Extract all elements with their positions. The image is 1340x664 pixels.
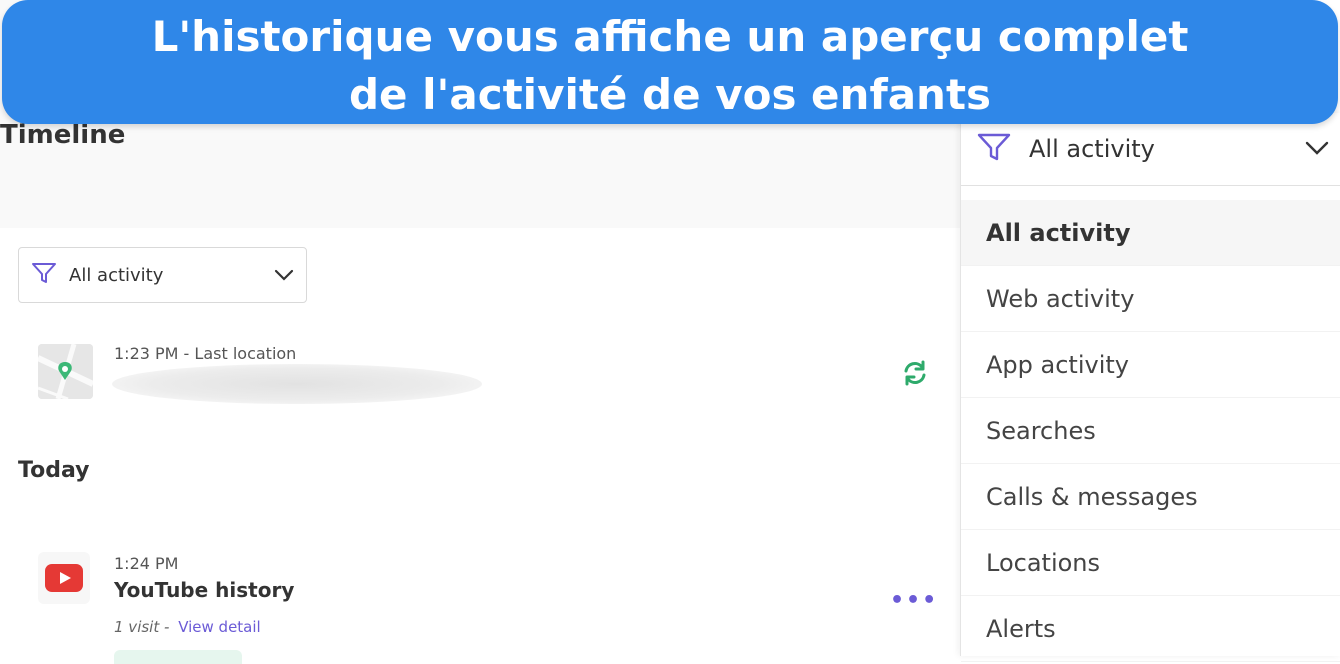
view-detail-link[interactable]: View detail	[178, 618, 261, 636]
dropdown-options: All activity Web activity App activity S…	[961, 200, 1340, 662]
activity-filter-select[interactable]: All activity	[18, 247, 307, 303]
filter-icon	[31, 261, 57, 289]
option-all-activity[interactable]: All activity	[961, 200, 1340, 266]
refresh-icon[interactable]	[902, 360, 928, 390]
option-calls-messages[interactable]: Calls & messages	[961, 464, 1340, 530]
option-locations[interactable]: Locations	[961, 530, 1340, 596]
option-app-activity[interactable]: App activity	[961, 332, 1340, 398]
map-thumbnail[interactable]	[38, 344, 93, 399]
option-alerts[interactable]: Alerts	[961, 596, 1340, 662]
youtube-icon	[38, 552, 90, 604]
activity-dropdown-panel: All activity All activity Web activity A…	[960, 113, 1340, 662]
page-title: Timeline	[0, 120, 126, 150]
filter-selected-label: All activity	[69, 264, 164, 286]
entry-title: YouTube history	[114, 578, 295, 602]
visit-count: 1 visit -	[114, 618, 170, 636]
redacted-address	[112, 364, 482, 404]
banner-line-1: L'historique vous affiche un aperçu comp…	[151, 12, 1189, 61]
banner-line-2: de l'activité de vos enfants	[348, 70, 992, 119]
today-heading: Today	[18, 458, 90, 483]
option-web-activity[interactable]: Web activity	[961, 266, 1340, 332]
ellipsis-icon[interactable]: •••	[890, 588, 938, 613]
entry-tag	[114, 650, 242, 664]
entry-time: 1:24 PM	[114, 554, 179, 573]
last-location-item: 1:23 PM - Last location	[38, 344, 938, 404]
chevron-down-icon	[1305, 140, 1329, 159]
entry-visits: 1 visit - View detail	[114, 618, 261, 636]
timeline-entry: 1:24 PM YouTube history 1 visit - View d…	[38, 552, 938, 664]
filter-icon	[977, 132, 1011, 166]
chevron-down-icon	[274, 266, 294, 285]
option-searches[interactable]: Searches	[961, 398, 1340, 464]
dropdown-selected-label: All activity	[1029, 135, 1155, 163]
location-time-label: 1:23 PM - Last location	[114, 344, 297, 363]
caption-banner: L'historique vous affiche un aperçu comp…	[2, 0, 1338, 124]
